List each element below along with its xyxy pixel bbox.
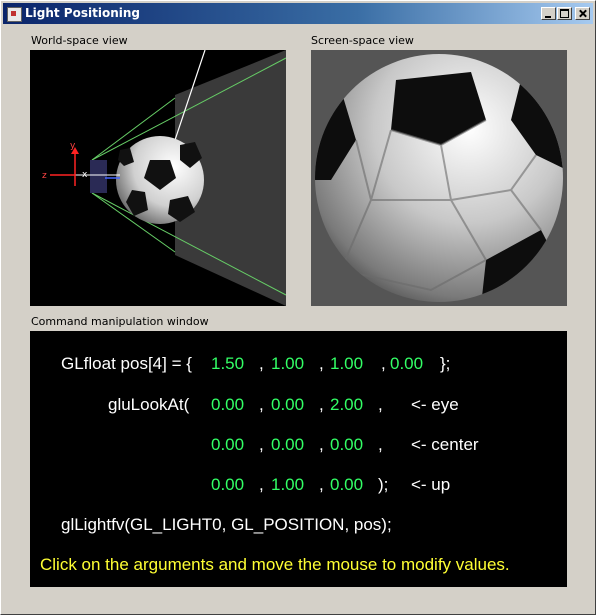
close-button[interactable]	[575, 7, 590, 20]
soccer-ball-world	[116, 136, 204, 224]
center-comment: <- center	[411, 435, 479, 454]
pos-value-w[interactable]: 0.00	[390, 354, 423, 374]
center-value-y[interactable]: 0.00	[271, 435, 304, 455]
command-window[interactable]: GLfloat pos[4] = { 1.50 , 1.00 , 1.00 , …	[30, 331, 567, 587]
world-space-view[interactable]: y z x	[30, 49, 287, 306]
y-axis-label: y	[70, 141, 76, 151]
comma: ,	[378, 435, 383, 454]
eye-comment: <- eye	[411, 395, 459, 414]
up-comment: <- up	[411, 475, 451, 494]
title-bar[interactable]: Light Positioning	[3, 3, 593, 24]
maximize-button[interactable]	[557, 7, 572, 20]
comma: ,	[259, 475, 264, 494]
near-plane	[90, 160, 107, 193]
comma: ,	[378, 395, 383, 414]
eye-value-z[interactable]: 2.00	[330, 395, 363, 415]
command-window-label: Command manipulation window	[31, 315, 209, 328]
lookat-close: );	[378, 475, 389, 494]
comma: ,	[319, 354, 324, 373]
screen-space-view[interactable]	[311, 50, 567, 306]
app-icon[interactable]	[7, 7, 22, 22]
eye-value-y[interactable]: 0.00	[271, 395, 304, 415]
world-view-label: World-space view	[31, 34, 128, 47]
comma: ,	[319, 475, 324, 494]
comma: ,	[319, 395, 324, 414]
comma: ,	[381, 354, 386, 373]
app-window: Light Positioning World-space view Scree…	[0, 0, 596, 615]
lookat-call: gluLookAt(	[108, 395, 190, 414]
pos-value-x[interactable]: 1.50	[211, 354, 244, 374]
comma: ,	[259, 354, 264, 373]
pos-close-brace: };	[440, 354, 451, 373]
x-axis-label: x	[82, 170, 88, 180]
z-axis-label: z	[42, 171, 47, 181]
window-title: Light Positioning	[25, 6, 140, 20]
pos-declaration: GLfloat pos[4] = {	[61, 354, 192, 373]
eye-value-x[interactable]: 0.00	[211, 395, 244, 415]
pos-value-z[interactable]: 1.00	[330, 354, 363, 374]
up-value-y[interactable]: 1.00	[271, 475, 304, 495]
lightfv-call: glLightfv(GL_LIGHT0, GL_POSITION, pos);	[61, 515, 392, 534]
screen-scene	[311, 50, 567, 306]
pos-value-y[interactable]: 1.00	[271, 354, 304, 374]
world-scene: y z x	[42, 49, 287, 306]
up-value-z[interactable]: 0.00	[330, 475, 363, 495]
screen-view-label: Screen-space view	[311, 34, 414, 47]
up-value-x[interactable]: 0.00	[211, 475, 244, 495]
comma: ,	[259, 395, 264, 414]
center-value-x[interactable]: 0.00	[211, 435, 244, 455]
minimize-button[interactable]	[541, 7, 556, 20]
center-value-z[interactable]: 0.00	[330, 435, 363, 455]
comma: ,	[319, 435, 324, 454]
comma: ,	[259, 435, 264, 454]
usage-hint: Click on the arguments and move the mous…	[40, 555, 510, 574]
